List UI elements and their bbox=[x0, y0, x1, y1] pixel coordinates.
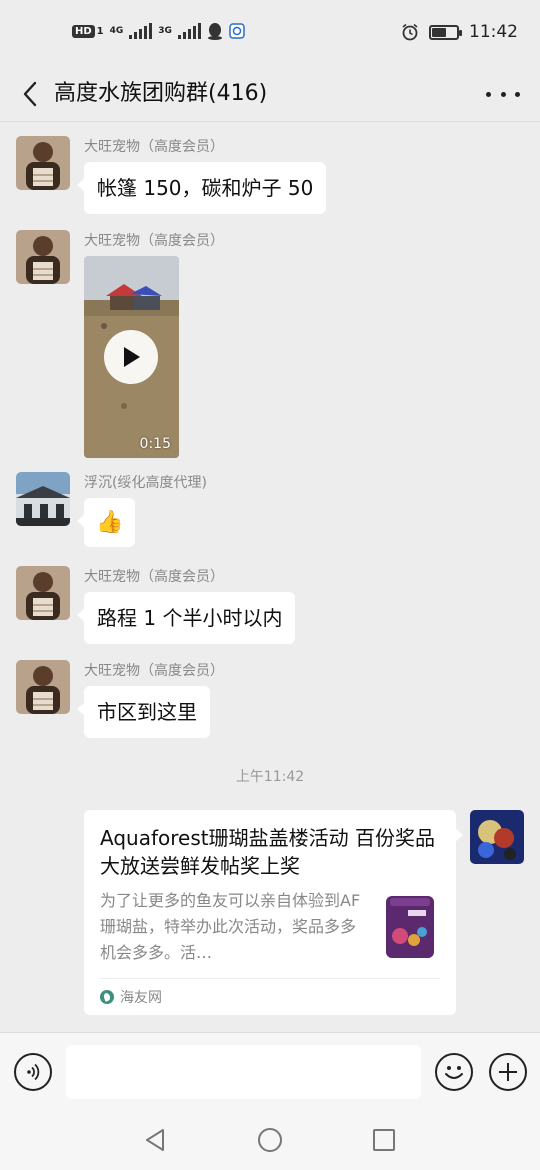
avatar-image bbox=[16, 566, 70, 620]
chat-title: 高度水族团购群(416) bbox=[54, 81, 268, 106]
link-card-title: Aquaforest珊瑚盐盖楼活动 百份奖品大放送尝鲜发帖奖上奖 bbox=[100, 826, 435, 878]
message-bubble[interactable]: 市区到这里 bbox=[77, 686, 210, 738]
alarm-icon bbox=[402, 23, 418, 41]
network-label-2: 3G bbox=[158, 26, 172, 36]
sender-name: 大旺宠物（高度会员） bbox=[84, 139, 224, 155]
signal-icon-2 bbox=[177, 23, 201, 39]
system-home-icon[interactable] bbox=[258, 1128, 282, 1152]
play-icon bbox=[124, 347, 140, 367]
avatar-image bbox=[16, 230, 70, 284]
sender-name: 浮沉(绥化高度代理) bbox=[84, 475, 207, 491]
avatar[interactable] bbox=[16, 230, 70, 284]
message-item: 大旺宠物（高度会员） 路程 1 个半小时以内 bbox=[16, 566, 296, 644]
message-body: 大旺宠物（高度会员） 路程 1 个半小时以内 bbox=[76, 566, 296, 644]
more-button[interactable] bbox=[486, 80, 520, 108]
voice-button[interactable] bbox=[14, 1053, 52, 1091]
sender-name: 大旺宠物（高度会员） bbox=[84, 663, 224, 679]
input-bar bbox=[0, 1032, 540, 1112]
status-bar: HD 1 4G 3G 11:42 bbox=[0, 0, 540, 66]
message-body: 浮沉(绥化高度代理) 👍 bbox=[76, 472, 207, 547]
link-card-source-name: 海友网 bbox=[120, 990, 162, 1006]
message-timestamp: 上午11:42 bbox=[235, 769, 305, 785]
message-body: 大旺宠物（高度会员） 0:15 bbox=[84, 230, 224, 458]
avatar[interactable] bbox=[16, 566, 70, 620]
message-bubble[interactable]: 路程 1 个半小时以内 bbox=[76, 592, 296, 644]
self-avatar[interactable] bbox=[470, 810, 524, 864]
sender-name: 大旺宠物（高度会员） bbox=[84, 233, 224, 249]
back-arrow-icon bbox=[23, 81, 37, 107]
thumbs-up-icon: 👍 bbox=[96, 510, 124, 535]
message-item-self: Aquaforest珊瑚盐盖楼活动 百份奖品大放送尝鲜发帖奖上奖 为了让更多的鱼… bbox=[84, 810, 524, 1015]
qq-icon bbox=[207, 23, 222, 40]
system-back-icon[interactable] bbox=[144, 1128, 166, 1152]
link-card-thumbnail bbox=[386, 896, 434, 958]
battery-icon bbox=[429, 24, 462, 40]
more-functions-button[interactable] bbox=[489, 1053, 527, 1091]
avatar-image bbox=[16, 136, 70, 190]
emoji-button[interactable] bbox=[435, 1053, 473, 1091]
voice-icon bbox=[27, 1063, 40, 1081]
status-right: 11:42 bbox=[401, 22, 518, 42]
video-duration: 0:15 bbox=[139, 436, 171, 452]
link-card-source: 海友网 bbox=[100, 978, 440, 1007]
message-item: 浮沉(绥化高度代理) 👍 bbox=[16, 472, 207, 547]
avatar[interactable] bbox=[16, 660, 70, 714]
status-time: 11:42 bbox=[469, 22, 518, 42]
system-recents-icon[interactable] bbox=[373, 1129, 395, 1151]
message-bubble[interactable]: 帐篷 150，碳和炉子 50 bbox=[76, 162, 327, 214]
message-body: 大旺宠物（高度会员） 帐篷 150，碳和炉子 50 bbox=[76, 136, 327, 214]
message-body: 大旺宠物（高度会员） 市区到这里 bbox=[77, 660, 224, 738]
hd-badge: HD bbox=[72, 24, 95, 38]
source-logo-icon bbox=[100, 990, 114, 1004]
sender-name: 大旺宠物（高度会员） bbox=[84, 569, 224, 585]
message-item: 大旺宠物（高度会员） 0:15 bbox=[16, 230, 224, 458]
chat-messages[interactable]: 大旺宠物（高度会员） 帐篷 150，碳和炉子 50 大旺宠物（高度会员） 0:1… bbox=[0, 122, 540, 1032]
avatar-image bbox=[16, 472, 70, 526]
link-card-content: 为了让更多的鱼友可以亲自体验到AF珊瑚盐，特举办此次活动，奖品多多机会多多。活… bbox=[100, 888, 440, 966]
avatar-image bbox=[470, 810, 524, 864]
back-button[interactable] bbox=[14, 72, 46, 116]
hd-sub: 1 bbox=[96, 25, 104, 37]
app-notification-icon bbox=[229, 23, 245, 39]
system-navigation-bar bbox=[0, 1112, 540, 1170]
avatar-image bbox=[16, 660, 70, 714]
message-item: 大旺宠物（高度会员） 帐篷 150，碳和炉子 50 bbox=[16, 136, 327, 214]
play-button[interactable] bbox=[104, 330, 158, 384]
video-message[interactable]: 0:15 bbox=[84, 256, 179, 458]
message-item: 大旺宠物（高度会员） 市区到这里 bbox=[16, 660, 224, 738]
status-left: HD 1 4G 3G bbox=[72, 22, 245, 40]
chat-header: 高度水族团购群(416) bbox=[0, 66, 540, 122]
more-dot bbox=[500, 91, 506, 97]
link-card[interactable]: Aquaforest珊瑚盐盖楼活动 百份奖品大放送尝鲜发帖奖上奖 为了让更多的鱼… bbox=[84, 810, 463, 1015]
message-bubble[interactable]: 👍 bbox=[76, 498, 136, 547]
avatar[interactable] bbox=[16, 472, 70, 526]
emoji-icon bbox=[445, 1066, 463, 1079]
avatar[interactable] bbox=[16, 136, 70, 190]
link-card-description: 为了让更多的鱼友可以亲自体验到AF珊瑚盐，特举办此次活动，奖品多多机会多多。活… bbox=[100, 891, 361, 962]
more-dot bbox=[515, 91, 520, 97]
more-dots-icon bbox=[486, 91, 491, 97]
signal-icon bbox=[129, 23, 153, 39]
network-label-1: 4G bbox=[109, 26, 124, 36]
message-input[interactable] bbox=[66, 1045, 421, 1099]
